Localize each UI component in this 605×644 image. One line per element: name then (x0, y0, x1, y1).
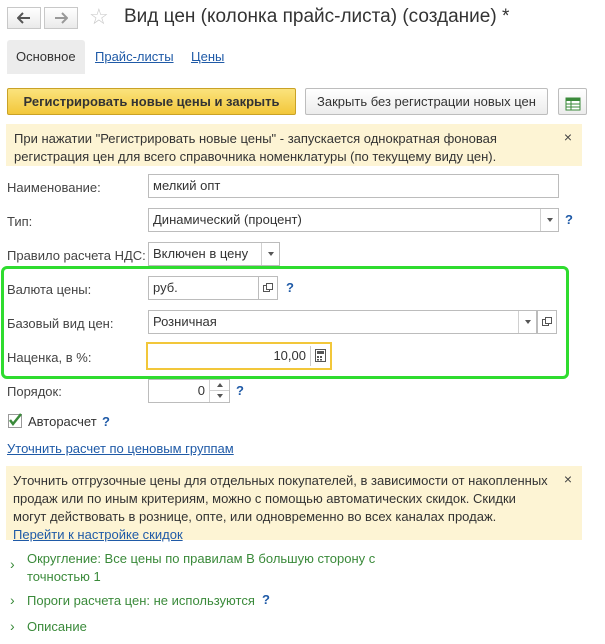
rounding-section[interactable]: Округление: Все цены по правилам В больш… (27, 550, 397, 586)
type-label: Тип: (7, 214, 33, 229)
stepper-up-icon[interactable] (210, 380, 229, 391)
base-price-type-select[interactable]: Розничная (148, 310, 537, 334)
close-icon[interactable]: × (564, 128, 572, 146)
calculator-icon[interactable] (315, 349, 326, 362)
currency-field[interactable]: руб. (148, 276, 259, 300)
chevron-down-icon[interactable] (518, 311, 536, 333)
autocalc-label: Авторасчет (28, 414, 97, 429)
name-label: Наименование: (7, 180, 101, 195)
thresholds-help-icon[interactable]: ? (262, 592, 270, 607)
report-button[interactable] (558, 88, 587, 115)
markup-field[interactable]: 10,00 (146, 342, 332, 370)
autocalc-checkbox[interactable] (8, 413, 22, 428)
type-value: Динамический (процент) (153, 212, 302, 227)
currency-help-icon[interactable]: ? (286, 280, 294, 295)
chevron-down-icon[interactable] (261, 243, 279, 265)
table-report-icon (565, 97, 580, 111)
autocalc-help-icon[interactable]: ? (102, 414, 110, 429)
discounts-notice-text: Уточнить отгрузочные цены для отдельных … (13, 473, 548, 524)
open-base-price-type-button[interactable] (537, 310, 557, 334)
discounts-notice: Уточнить отгрузочные цены для отдельных … (6, 466, 582, 542)
star-icon[interactable]: ☆ (89, 4, 109, 30)
tab-prices[interactable]: Цены (182, 40, 233, 74)
arrow-left-icon (17, 12, 30, 24)
markup-value: 10,00 (273, 348, 306, 363)
open-icon (263, 283, 273, 292)
checkmark-icon (9, 413, 22, 427)
description-section[interactable]: Описание (27, 618, 87, 636)
order-help-icon[interactable]: ? (236, 383, 244, 398)
discount-settings-link[interactable]: Перейти к настройке скидок (13, 527, 183, 542)
chevron-down-icon[interactable] (540, 209, 558, 231)
name-field[interactable]: мелкий опт (148, 174, 559, 198)
open-icon (542, 317, 552, 326)
order-label: Порядок: (7, 384, 62, 399)
vat-rule-label: Правило расчета НДС: (7, 248, 146, 263)
back-button[interactable] (7, 7, 41, 29)
field-divider (310, 346, 311, 366)
base-price-type-value: Розничная (153, 314, 217, 329)
type-help-icon[interactable]: ? (565, 212, 573, 227)
arrow-right-icon (55, 12, 68, 24)
forward-button[interactable] (44, 7, 78, 29)
refine-by-price-groups-link[interactable]: Уточнить расчет по ценовым группам (7, 441, 234, 456)
registration-notice: При нажатии "Регистрировать новые цены" … (6, 124, 582, 166)
markup-label: Наценка, в %: (7, 350, 92, 365)
open-currency-button[interactable] (258, 276, 278, 300)
registration-notice-text: При нажатии "Регистрировать новые цены" … (14, 131, 497, 164)
chevron-right-icon[interactable]: › (10, 556, 15, 572)
tab-main[interactable]: Основное (7, 40, 85, 74)
page-title: Вид цен (колонка прайс-листа) (создание)… (124, 6, 510, 27)
stepper-down-icon[interactable] (210, 391, 229, 401)
close-icon[interactable]: × (564, 470, 572, 488)
chevron-right-icon[interactable]: › (10, 618, 15, 634)
base-price-type-label: Базовый вид цен: (7, 316, 114, 331)
price-thresholds-section[interactable]: Пороги расчета цен: не используются (27, 592, 255, 610)
chevron-right-icon[interactable]: › (10, 592, 15, 608)
register-prices-and-close-button[interactable]: Регистрировать новые цены и закрыть (7, 88, 296, 115)
close-without-register-button[interactable]: Закрыть без регистрации новых цен (305, 88, 548, 115)
order-stepper[interactable] (209, 380, 229, 402)
vat-rule-value: Включен в цену (153, 246, 249, 261)
tab-price-lists[interactable]: Прайс-листы (86, 40, 183, 74)
vat-rule-select[interactable]: Включен в цену (148, 242, 280, 266)
currency-label: Валюта цены: (7, 282, 92, 297)
type-select[interactable]: Динамический (процент) (148, 208, 559, 232)
